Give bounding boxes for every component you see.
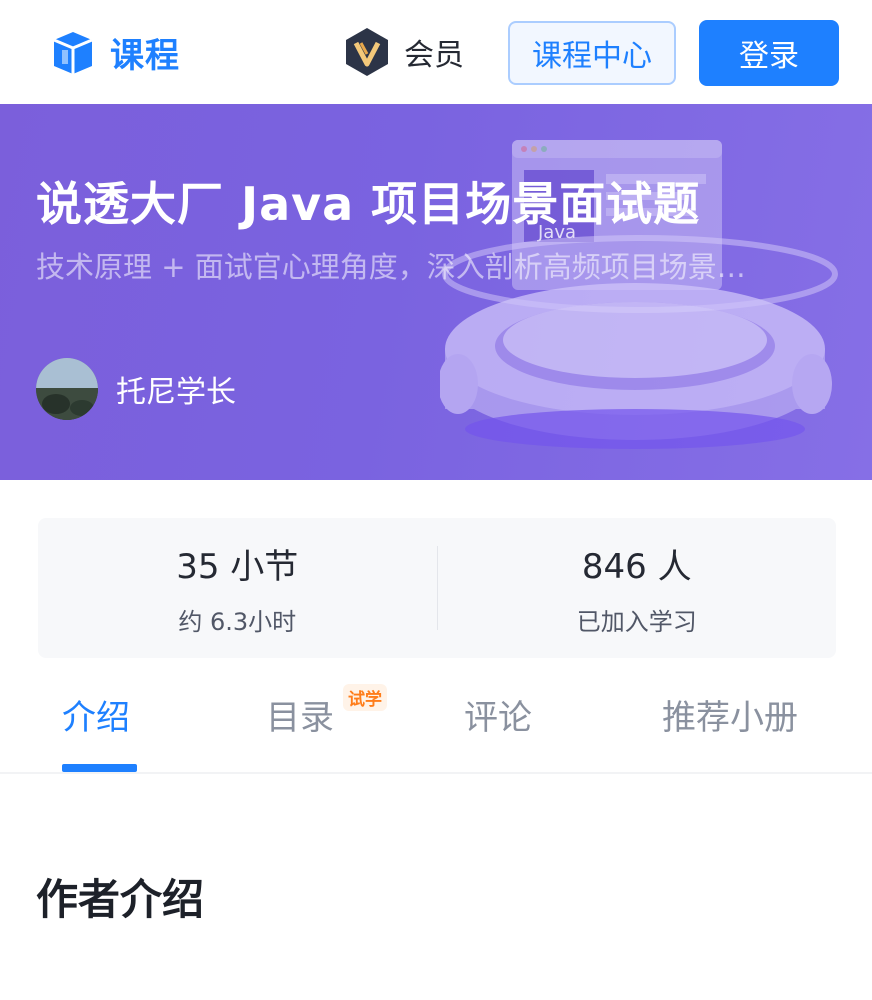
author-intro-heading: 作者介绍	[36, 875, 205, 924]
lessons-stat: 35 小节 约 6.3小时	[38, 518, 437, 658]
login-button[interactable]: 登录	[699, 20, 839, 86]
lessons-count: 35 小节	[176, 547, 299, 587]
author-avatar	[36, 358, 98, 420]
avatar-photo-icon	[36, 358, 98, 420]
trial-badge: 试学	[343, 684, 387, 711]
vip-badge-icon	[346, 28, 388, 76]
top-header: 课程 会员 课程中心 登录	[0, 0, 872, 104]
learners-label: 已加入学习	[576, 608, 697, 636]
learners-stat: 846 人 已加入学习	[438, 518, 837, 658]
course-center-button[interactable]: 课程中心	[508, 21, 676, 85]
tab-recommended[interactable]: 推荐小册	[662, 690, 798, 739]
lessons-duration: 约 6.3小时	[178, 608, 297, 636]
brand-label: 课程	[110, 36, 180, 76]
vip-link[interactable]: 会员	[342, 26, 464, 78]
course-title: 说透大厂 Java 项目场景面试题	[36, 177, 701, 231]
tab-catalog[interactable]: 目录	[266, 690, 334, 739]
course-logo-icon	[53, 31, 93, 74]
author-name: 托尼学长	[116, 375, 236, 410]
vip-label: 会员	[404, 38, 464, 73]
author-link[interactable]: 托尼学长	[36, 358, 236, 420]
course-banner: Java 说透大厂 Java 项目场景面试题 技术原理 + 面试官心理角度，深入…	[0, 104, 872, 480]
brand-link[interactable]: 课程	[50, 28, 180, 77]
learners-count: 846 人	[581, 547, 692, 587]
course-stats-card: 35 小节 约 6.3小时 846 人 已加入学习	[38, 518, 836, 658]
active-tab-indicator	[62, 764, 137, 772]
tab-intro[interactable]: 介绍	[62, 690, 130, 739]
course-subtitle: 技术原理 + 面试官心理角度，深入剖析高频项目场景…	[36, 250, 746, 284]
tab-comments[interactable]: 评论	[464, 690, 532, 739]
course-tabs: 介绍 目录 试学 评论 推荐小册	[0, 670, 872, 774]
